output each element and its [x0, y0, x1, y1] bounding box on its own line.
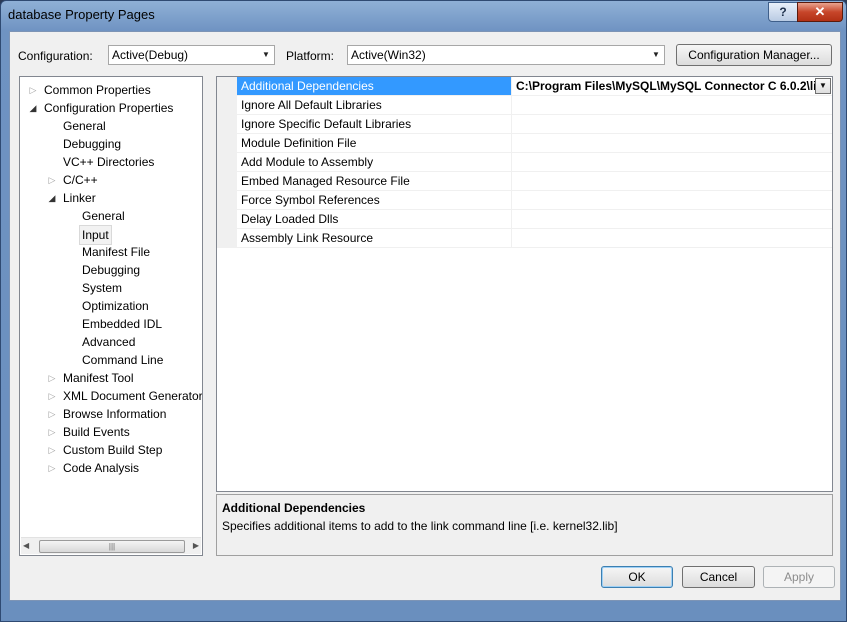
property-name[interactable]: Force Symbol References	[237, 191, 512, 209]
property-row[interactable]: Additional Dependencies C:\Program Files\…	[237, 77, 832, 96]
expand-arrow-icon[interactable]: ▷	[47, 423, 57, 441]
chevron-down-icon: ▼	[262, 50, 270, 59]
expand-arrow-icon[interactable]: ▷	[47, 369, 57, 387]
tree-item-label: General	[63, 119, 106, 133]
property-pages-window: database Property Pages ? ✕ Configuratio…	[0, 0, 847, 622]
title-bar[interactable]: database Property Pages ? ✕	[1, 1, 846, 31]
property-row[interactable]: Assembly Link Resource	[237, 229, 832, 248]
property-value[interactable]	[513, 172, 832, 190]
property-row[interactable]: Ignore Specific Default Libraries	[237, 115, 832, 134]
configuration-manager-button[interactable]: Configuration Manager...	[676, 44, 832, 66]
configuration-dropdown[interactable]: Active(Debug) ▼	[108, 45, 275, 65]
scroll-left-icon[interactable]: ◀	[23, 538, 29, 554]
property-row[interactable]: Add Module to Assembly	[237, 153, 832, 172]
configuration-label: Configuration:	[18, 49, 93, 63]
tree-item-label: Browse Information	[63, 407, 167, 421]
property-value[interactable]	[513, 96, 832, 114]
property-name[interactable]: Embed Managed Resource File	[237, 172, 512, 190]
collapse-arrow-icon[interactable]: ◢	[47, 189, 57, 207]
help-button[interactable]: ?	[768, 2, 798, 22]
property-value[interactable]	[513, 191, 832, 209]
tree-item-label: Common Properties	[44, 83, 151, 97]
property-value[interactable]: C:\Program Files\MySQL\MySQL Connector C…	[513, 77, 832, 95]
tree-item-label: Input	[79, 225, 112, 245]
tree-item-label: Configuration Properties	[44, 101, 174, 115]
tree-item-label: Code Analysis	[63, 461, 140, 475]
scroll-right-icon[interactable]: ▶	[193, 538, 199, 554]
close-button[interactable]: ✕	[797, 2, 843, 22]
chevron-down-icon: ▼	[652, 50, 660, 59]
tree-item-label: General	[82, 209, 125, 223]
cancel-button[interactable]: Cancel	[682, 566, 755, 588]
apply-button[interactable]: Apply	[763, 566, 835, 588]
property-grid[interactable]: Additional Dependencies C:\Program Files\…	[216, 76, 833, 492]
property-value[interactable]	[513, 134, 832, 152]
tree-item-label: Command Line	[82, 353, 164, 367]
property-row[interactable]: Delay Loaded Dlls	[237, 210, 832, 229]
ok-button[interactable]: OK	[601, 566, 673, 588]
expand-arrow-icon[interactable]: ▷	[47, 387, 57, 405]
property-row[interactable]: Module Definition File	[237, 134, 832, 153]
tree-item-label: Embedded IDL	[82, 317, 163, 331]
expand-arrow-icon[interactable]: ▷	[47, 171, 57, 189]
collapse-arrow-icon[interactable]: ◢	[28, 99, 38, 117]
tree-item-label: Linker	[63, 191, 96, 205]
property-value-text: C:\Program Files\MySQL\MySQL Connector C…	[516, 79, 824, 93]
grid-gutter	[217, 77, 237, 248]
property-value[interactable]	[513, 229, 832, 247]
description-text: Specifies additional items to add to the…	[222, 519, 618, 533]
tree-item-label: Advanced	[82, 335, 136, 349]
property-row[interactable]: Force Symbol References	[237, 191, 832, 210]
dialog-client-area: Configuration: Active(Debug) ▼ Platform:…	[9, 31, 841, 601]
description-title: Additional Dependencies	[222, 501, 366, 515]
property-row[interactable]: Embed Managed Resource File	[237, 172, 832, 191]
property-name[interactable]: Ignore All Default Libraries	[237, 96, 512, 114]
scrollbar-thumb[interactable]: |||	[39, 540, 185, 553]
configuration-value: Active(Debug)	[112, 48, 189, 62]
property-name[interactable]: Assembly Link Resource	[237, 229, 512, 247]
chevron-down-icon[interactable]: ▼	[815, 78, 831, 94]
tree-item-label: Manifest Tool	[63, 371, 134, 385]
property-value[interactable]	[513, 153, 832, 171]
property-name[interactable]: Ignore Specific Default Libraries	[237, 115, 512, 133]
platform-dropdown[interactable]: Active(Win32) ▼	[347, 45, 665, 65]
window-title: database Property Pages	[8, 7, 155, 22]
tree-item-label: Optimization	[82, 299, 149, 313]
property-row[interactable]: Ignore All Default Libraries	[237, 96, 832, 115]
property-name[interactable]: Additional Dependencies	[237, 77, 512, 95]
description-panel: Additional Dependencies Specifies additi…	[216, 494, 833, 556]
tree-horizontal-scrollbar[interactable]: ◀ ||| ▶	[21, 537, 201, 554]
expand-arrow-icon[interactable]: ▷	[47, 405, 57, 423]
tree-item-label: Debugging	[82, 263, 141, 277]
property-tree[interactable]: ▷ Code Analysis ▷ Custom Build Step ▷ Build E…	[19, 76, 203, 556]
property-name[interactable]: Add Module to Assembly	[237, 153, 512, 171]
property-value[interactable]	[513, 115, 832, 133]
tree-item-label: Debugging	[63, 137, 122, 151]
tree-item-label: Manifest File	[82, 245, 151, 259]
tree-item-label: C/C++	[63, 173, 98, 187]
platform-label: Platform:	[286, 49, 335, 63]
property-value[interactable]	[513, 210, 832, 228]
tree-item-label: Build Events	[63, 425, 130, 439]
property-name[interactable]: Module Definition File	[237, 134, 512, 152]
tree-item-label: XML Document Generator	[63, 389, 203, 403]
expand-arrow-icon[interactable]: ▷	[28, 81, 38, 99]
expand-arrow-icon[interactable]: ▷	[47, 441, 57, 459]
tree-item-label: VC++ Directories	[63, 155, 155, 169]
property-name[interactable]: Delay Loaded Dlls	[237, 210, 512, 228]
tree-item-label: Custom Build Step	[63, 443, 163, 457]
platform-value: Active(Win32)	[351, 48, 426, 62]
tree-item-label: System	[82, 281, 123, 295]
expand-arrow-icon[interactable]: ▷	[47, 459, 57, 477]
